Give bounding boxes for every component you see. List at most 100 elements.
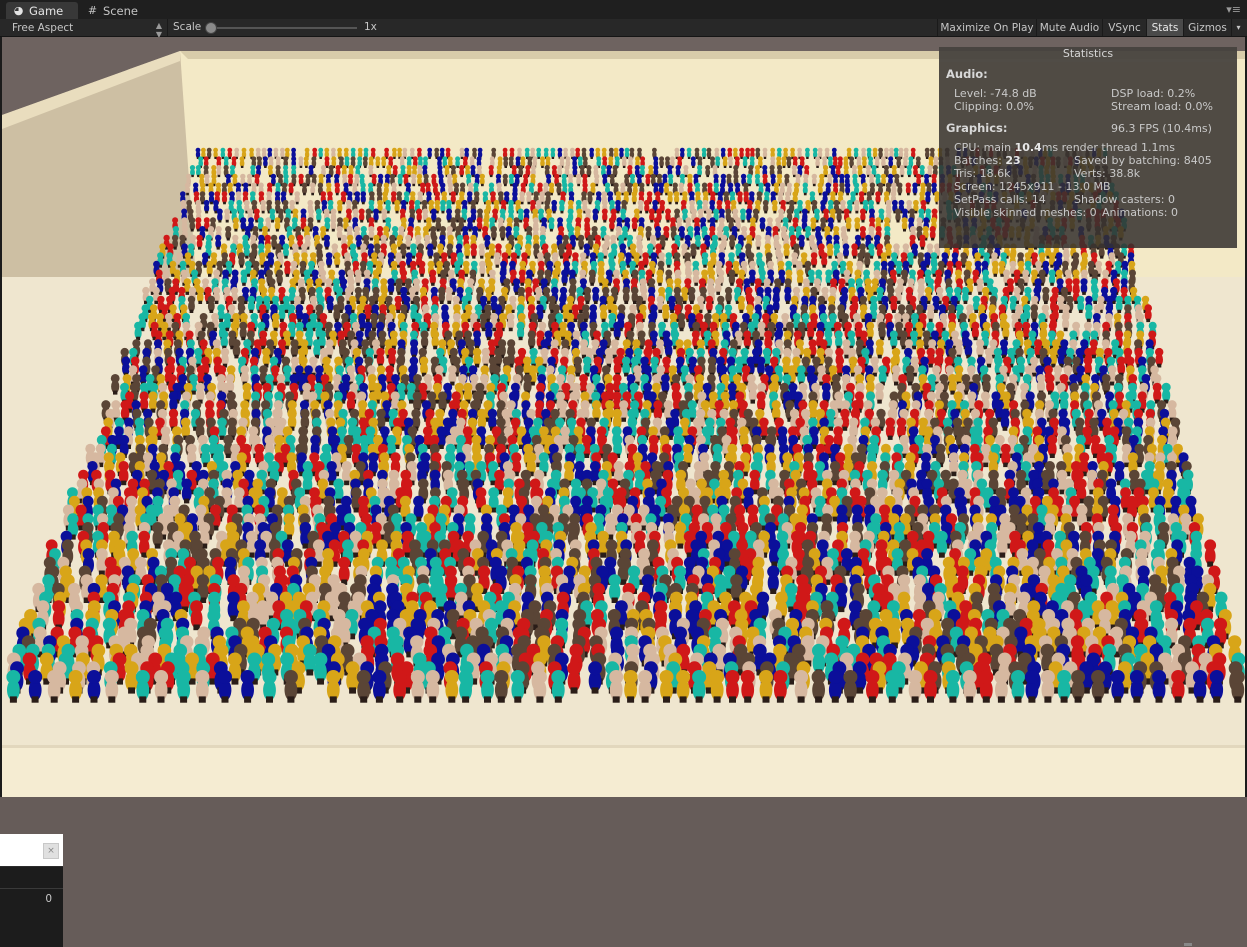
character-head [738, 269, 746, 277]
character-head [363, 234, 370, 242]
character-head [458, 269, 466, 277]
tab-game[interactable]: ◕ Game [6, 2, 78, 19]
character-head [479, 173, 485, 180]
character-head [470, 208, 477, 215]
character-legs [319, 156, 322, 159]
character-head [880, 156, 886, 162]
character-head [277, 252, 284, 259]
stats-toggle-button[interactable]: Stats [1146, 19, 1183, 36]
scale-slider-track[interactable] [207, 27, 357, 29]
gizmos-dropdown-icon[interactable]: ▾ [1231, 19, 1245, 36]
vsync-button[interactable]: VSync [1102, 19, 1146, 36]
character-head [267, 252, 275, 259]
character-head [423, 173, 429, 180]
character-head [1064, 269, 1072, 277]
character-head [767, 269, 775, 277]
character-head [535, 199, 542, 206]
character-head [601, 199, 608, 206]
character-head [539, 234, 546, 242]
character-head [389, 173, 396, 180]
character-head [659, 199, 666, 206]
tab-scene[interactable]: # Scene [80, 2, 146, 19]
character-head [880, 252, 888, 259]
character-head [673, 191, 680, 197]
character-head [846, 147, 852, 153]
character-head [809, 191, 816, 197]
character-head [499, 226, 506, 233]
character-head [863, 269, 871, 277]
character-head [297, 278, 305, 286]
character-head [464, 147, 470, 153]
character-head [590, 260, 598, 268]
character-head [919, 165, 925, 171]
character-legs [577, 183, 580, 187]
character-head [1128, 260, 1136, 268]
character-head [473, 182, 479, 188]
character-head [470, 165, 476, 171]
character-head [612, 165, 618, 171]
character-head [854, 217, 861, 224]
character-legs [863, 165, 866, 168]
character-head [325, 252, 333, 259]
character-head [181, 226, 189, 233]
character-head [551, 199, 558, 206]
character-legs [900, 174, 904, 178]
character-head [852, 173, 858, 180]
character-head [663, 182, 670, 188]
character-head [622, 269, 629, 277]
character-head [319, 269, 327, 277]
character-head [462, 260, 470, 268]
character-head [467, 182, 474, 188]
character-head [562, 182, 568, 188]
character-head [328, 269, 336, 277]
character-head [432, 182, 439, 188]
character-head [521, 252, 528, 259]
character-head [551, 165, 558, 171]
character-head [184, 252, 192, 259]
character-head [811, 173, 817, 180]
character-legs [1050, 282, 1054, 286]
character-head [656, 173, 663, 180]
character-head [390, 260, 398, 268]
aspect-dropdown[interactable]: Free Aspect ▲ ▼ [6, 19, 168, 39]
character-head [463, 243, 471, 250]
character-head [559, 199, 565, 206]
character-head [708, 269, 716, 277]
character-head [476, 217, 483, 224]
panel-menu-icon[interactable]: ▾≡ [1226, 3, 1241, 16]
character-head [587, 191, 593, 197]
character-head [258, 234, 265, 242]
mute-audio-button[interactable]: Mute Audio [1036, 19, 1102, 36]
maximize-on-play-button[interactable]: Maximize On Play [937, 19, 1036, 36]
character-head [892, 199, 898, 206]
character-legs [205, 228, 209, 232]
character-head [746, 173, 753, 180]
character-head [1048, 252, 1056, 259]
character-head [543, 182, 549, 188]
character-head [418, 260, 426, 268]
character-head [337, 147, 342, 153]
character-head [199, 191, 206, 197]
character-head [906, 199, 913, 206]
character-head [496, 182, 502, 188]
character-head [749, 156, 755, 162]
character-head [613, 147, 619, 153]
gizmos-button[interactable]: Gizmos [1183, 19, 1231, 36]
character-head [740, 260, 748, 268]
scale-slider-thumb[interactable] [205, 22, 217, 34]
character-head [530, 199, 536, 206]
character-head [203, 199, 210, 206]
character-legs [393, 156, 396, 159]
character-head [211, 165, 217, 171]
character-head [397, 173, 403, 180]
character-head [792, 156, 798, 162]
character-head [649, 234, 657, 242]
character-legs [889, 165, 892, 168]
character-head [643, 199, 650, 206]
character-head [446, 243, 454, 250]
character-head [1039, 252, 1046, 259]
character-head [670, 217, 676, 224]
character-head [205, 243, 212, 250]
character-head [577, 156, 583, 162]
character-head [700, 243, 707, 250]
